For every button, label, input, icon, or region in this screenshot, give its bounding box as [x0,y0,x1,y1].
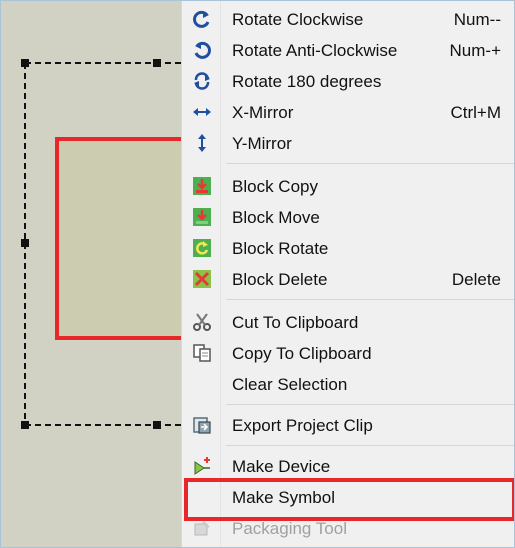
y-mirror-icon [192,133,212,153]
menu-item-label: Rotate 180 degrees [232,71,382,91]
export-clip-icon [192,415,212,435]
menu-item-label: Block Copy [232,176,318,196]
copy-icon [192,343,212,363]
scissors-icon [192,312,212,332]
menu-item-label: Make Device [232,456,331,476]
menu-item-rotate-anticlockwise[interactable]: Rotate Anti-Clockwise Num-+ [182,35,514,66]
schematic-canvas[interactable] [1,1,181,547]
menu-item-cut[interactable]: Cut To Clipboard [182,307,514,338]
menu-separator [226,163,514,164]
menu-item-copy[interactable]: Copy To Clipboard [182,338,514,369]
context-menu: Rotate Clockwise Num-- Rotate Anti-Clock… [181,1,514,547]
menu-item-shortcut: Ctrl+M [450,102,501,122]
rotate-clockwise-icon [192,9,212,29]
screenshot-frame: Rotate Clockwise Num-- Rotate Anti-Clock… [0,0,515,548]
selection-handle[interactable] [21,59,29,67]
menu-item-label: Cut To Clipboard [232,312,359,332]
block-move-icon [192,207,212,227]
menu-item-export-project-clip[interactable]: Export Project Clip [182,410,514,441]
menu-item-label: Y-Mirror [232,133,292,153]
rotate-anticlockwise-icon [192,40,212,60]
block-rotate-icon [192,238,212,258]
menu-item-clear-selection[interactable]: Clear Selection [182,369,514,400]
menu-separator [226,404,514,405]
menu-item-y-mirror[interactable]: Y-Mirror [182,128,514,159]
menu-item-x-mirror[interactable]: X-Mirror Ctrl+M [182,97,514,128]
menu-item-block-delete[interactable]: Block Delete Delete [182,264,514,295]
menu-item-block-move[interactable]: Block Move [182,202,514,233]
menu-item-label: Rotate Anti-Clockwise [232,40,398,60]
selection-handle[interactable] [21,239,29,247]
menu-item-shortcut: Num-- [453,9,501,29]
menu-item-label: Export Project Clip [232,415,373,435]
menu-item-rotate-180[interactable]: Rotate 180 degrees [182,66,514,97]
menu-item-label: Packaging Tool [232,518,347,538]
selection-graphics [21,59,181,429]
selection-handle[interactable] [21,421,29,429]
menu-item-shortcut: Num-+ [449,40,501,60]
packaging-tool-icon [192,518,212,538]
menu-item-label: Block Delete [232,269,328,289]
menu-item-label: Clear Selection [232,374,348,394]
menu-item-label: Block Move [232,207,320,227]
menu-item-block-rotate[interactable]: Block Rotate [182,233,514,264]
menu-item-rotate-clockwise[interactable]: Rotate Clockwise Num-- [182,4,514,35]
menu-item-block-copy[interactable]: Block Copy [182,171,514,202]
menu-item-shortcut: Delete [451,269,501,289]
menu-item-label: Rotate Clockwise [232,9,364,29]
menu-separator [226,445,514,446]
make-symbol-highlight-box [184,478,514,521]
x-mirror-icon [192,102,212,122]
block-copy-icon [192,176,212,196]
selected-component[interactable] [55,137,181,340]
menu-item-label: Block Rotate [232,238,329,258]
block-delete-icon [192,269,212,289]
menu-item-label: Copy To Clipboard [232,343,372,363]
make-device-icon [192,456,212,476]
selection-handle[interactable] [153,59,161,67]
menu-item-label: X-Mirror [232,102,294,122]
menu-separator [226,299,514,300]
selection-handle[interactable] [153,421,161,429]
rotate-180-icon [192,71,212,91]
